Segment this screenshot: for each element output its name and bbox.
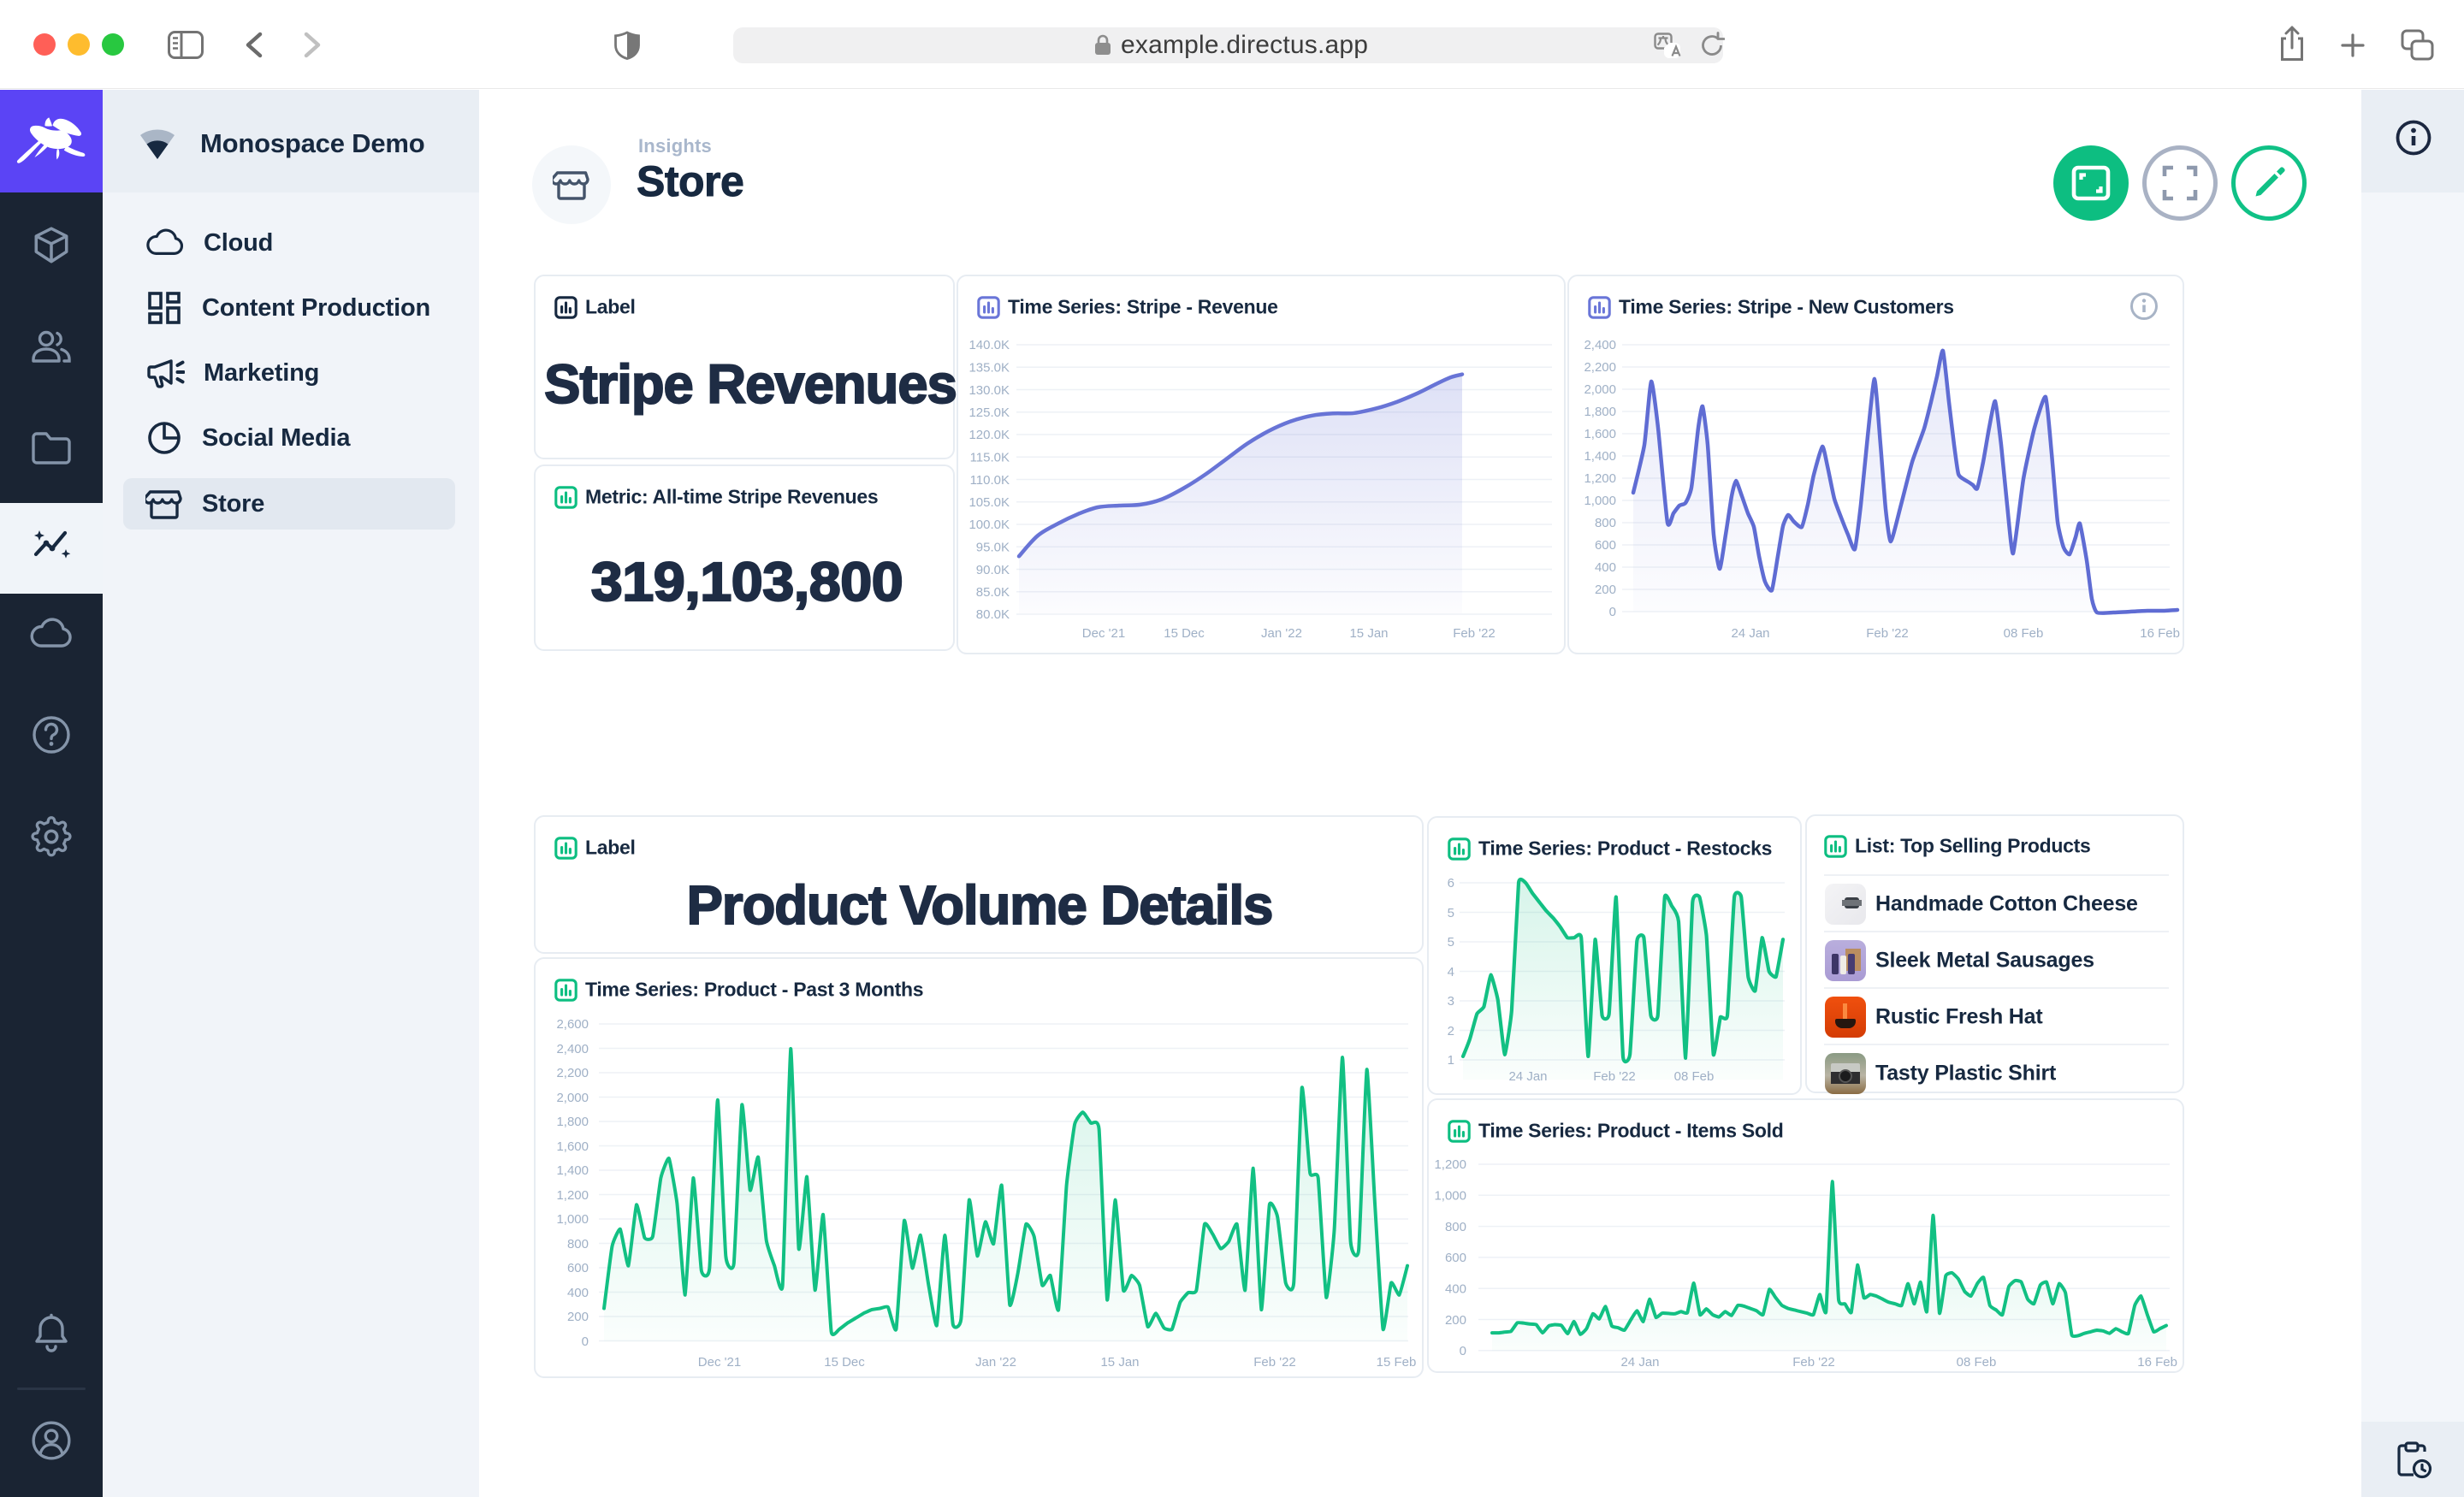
svg-text:08 Feb: 08 Feb [2004, 626, 2044, 641]
svg-text:2,200: 2,200 [1584, 360, 1616, 375]
svg-text:6: 6 [1448, 876, 1454, 891]
svg-text:1,600: 1,600 [556, 1139, 589, 1154]
svg-text:0: 0 [1609, 605, 1616, 619]
svg-text:140.0K: 140.0K [968, 338, 1010, 352]
svg-text:135.0K: 135.0K [968, 361, 1010, 376]
svg-text:90.0K: 90.0K [976, 563, 1010, 577]
svg-text:2,600: 2,600 [556, 1017, 589, 1032]
svg-text:3: 3 [1448, 994, 1454, 1009]
svg-text:1,000: 1,000 [1584, 494, 1616, 508]
svg-text:800: 800 [1595, 516, 1616, 530]
svg-text:1,000: 1,000 [556, 1212, 589, 1227]
svg-text:5: 5 [1448, 935, 1454, 950]
svg-text:Jan '22: Jan '22 [975, 1355, 1016, 1370]
svg-text:15 Dec: 15 Dec [824, 1355, 865, 1370]
svg-text:200: 200 [1445, 1313, 1466, 1328]
svg-text:16 Feb: 16 Feb [2137, 1355, 2177, 1370]
svg-text:1,600: 1,600 [1584, 427, 1616, 441]
svg-text:1,200: 1,200 [1434, 1157, 1466, 1172]
svg-text:800: 800 [1445, 1220, 1466, 1234]
svg-text:115.0K: 115.0K [970, 451, 1010, 465]
svg-text:1: 1 [1448, 1053, 1454, 1068]
svg-text:1,400: 1,400 [1584, 449, 1616, 464]
svg-text:2,400: 2,400 [1584, 338, 1616, 352]
svg-text:Dec '21: Dec '21 [1082, 626, 1125, 641]
svg-text:1,200: 1,200 [1584, 471, 1616, 486]
svg-text:Feb '22: Feb '22 [1593, 1069, 1636, 1084]
svg-text:125.0K: 125.0K [968, 405, 1010, 420]
svg-text:Dec '21: Dec '21 [698, 1355, 741, 1370]
svg-text:5: 5 [1448, 906, 1454, 920]
svg-text:85.0K: 85.0K [976, 585, 1010, 600]
svg-text:80.0K: 80.0K [976, 607, 1010, 622]
svg-text:400: 400 [1445, 1282, 1466, 1297]
svg-text:15 Feb: 15 Feb [1377, 1355, 1417, 1370]
svg-text:Feb '22: Feb '22 [1792, 1355, 1835, 1370]
svg-text:100.0K: 100.0K [968, 518, 1010, 532]
svg-text:0: 0 [1460, 1344, 1466, 1358]
svg-text:2,400: 2,400 [556, 1042, 589, 1056]
svg-text:24 Jan: 24 Jan [1508, 1069, 1547, 1084]
svg-text:24 Jan: 24 Jan [1731, 626, 1769, 641]
svg-text:16 Feb: 16 Feb [2140, 626, 2180, 641]
svg-text:2,000: 2,000 [556, 1091, 589, 1105]
svg-text:08 Feb: 08 Feb [1674, 1069, 1715, 1084]
svg-text:600: 600 [1445, 1251, 1466, 1265]
svg-text:0: 0 [582, 1334, 589, 1349]
svg-text:1,800: 1,800 [1584, 405, 1616, 419]
svg-text:4: 4 [1448, 965, 1454, 979]
svg-text:24 Jan: 24 Jan [1620, 1355, 1659, 1370]
svg-text:2,200: 2,200 [556, 1066, 589, 1080]
svg-text:1,200: 1,200 [556, 1188, 589, 1203]
svg-text:120.0K: 120.0K [968, 428, 1010, 442]
svg-text:1,800: 1,800 [556, 1115, 589, 1129]
svg-text:1,000: 1,000 [1434, 1189, 1466, 1204]
svg-text:Jan '22: Jan '22 [1261, 626, 1302, 641]
svg-text:15 Jan: 15 Jan [1349, 626, 1388, 641]
svg-text:600: 600 [1595, 538, 1616, 553]
svg-text:15 Dec: 15 Dec [1164, 626, 1205, 641]
svg-text:105.0K: 105.0K [968, 495, 1010, 510]
svg-text:95.0K: 95.0K [976, 541, 1010, 555]
svg-text:200: 200 [1595, 583, 1616, 597]
svg-text:2,000: 2,000 [1584, 382, 1616, 397]
svg-text:200: 200 [567, 1310, 589, 1324]
svg-text:2: 2 [1448, 1024, 1454, 1038]
svg-text:Feb '22: Feb '22 [1253, 1355, 1296, 1370]
svg-text:08 Feb: 08 Feb [1957, 1355, 1997, 1370]
svg-text:1,400: 1,400 [556, 1163, 589, 1178]
svg-text:800: 800 [567, 1237, 589, 1251]
svg-text:Feb '22: Feb '22 [1453, 626, 1496, 641]
svg-text:130.0K: 130.0K [968, 383, 1010, 398]
svg-text:110.0K: 110.0K [970, 473, 1010, 488]
svg-text:400: 400 [567, 1286, 589, 1300]
svg-text:600: 600 [567, 1261, 589, 1275]
svg-text:400: 400 [1595, 560, 1616, 575]
svg-text:15 Jan: 15 Jan [1100, 1355, 1139, 1370]
svg-text:Feb '22: Feb '22 [1866, 626, 1909, 641]
